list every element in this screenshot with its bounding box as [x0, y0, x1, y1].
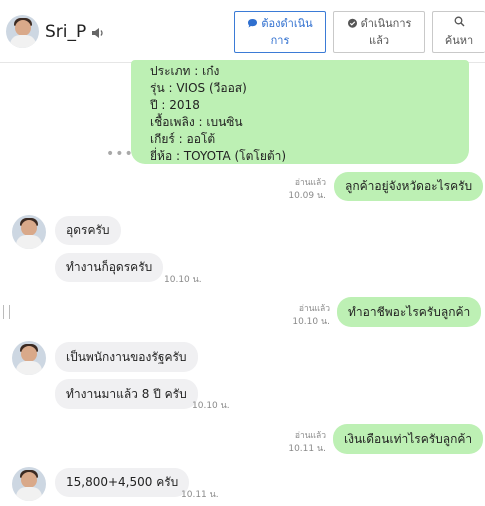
- card-line: รุ่น : VIOS (วีออส): [150, 81, 247, 95]
- message-bubble-incoming[interactable]: ทำงานก็อุดรครับ: [55, 253, 164, 282]
- message-time: 10.11 น.: [288, 444, 326, 454]
- message-bubble-incoming[interactable]: ทำงานมาแล้ว 8 ปี ครับ: [55, 379, 198, 409]
- card-line: ปี : 2018: [150, 98, 200, 112]
- in-progress-button[interactable]: ต้องดำเนิน การ: [234, 11, 326, 53]
- chat-bubble-icon: [248, 19, 258, 28]
- done-label-2: แล้ว: [368, 34, 389, 47]
- message-meta: อ่านแล้ว 10.10 น.: [272, 303, 330, 329]
- resize-handle[interactable]: [3, 305, 10, 319]
- vehicle-info-card: ประเภท : เก๋ง รุ่น : VIOS (วีออส) ปี : 2…: [131, 60, 469, 164]
- message-bubble-incoming[interactable]: อุดรครับ: [55, 216, 121, 245]
- card-line: ยี่ห้อ : TOYOTA (โตโยต้า): [150, 149, 287, 163]
- message-bubble-incoming[interactable]: เป็นพนักงานของรัฐครับ: [55, 342, 198, 372]
- card-line: เกียร์ : ออโต้: [150, 132, 216, 146]
- user-avatar[interactable]: [6, 15, 39, 48]
- in-progress-label-2: การ: [270, 34, 290, 47]
- in-progress-label-1: ต้องดำเนิน: [261, 17, 313, 30]
- message-time: 10.10 น.: [164, 275, 202, 285]
- search-label: ค้นหา: [444, 34, 474, 47]
- message-bubble-outgoing[interactable]: เงินเดือนเท่าไรครับลูกค้า: [333, 424, 484, 454]
- customer-avatar[interactable]: [12, 215, 46, 249]
- customer-avatar[interactable]: [12, 341, 46, 375]
- message-bubble-outgoing[interactable]: ลูกค้าอยู่จังหวัดอะไรครับ: [334, 172, 484, 201]
- customer-avatar[interactable]: [12, 467, 46, 501]
- read-status: อ่านแล้ว: [298, 304, 330, 314]
- check-bubble-icon: [347, 18, 357, 28]
- read-status: อ่านแล้ว: [294, 178, 326, 188]
- read-status: อ่านแล้ว: [294, 431, 326, 441]
- message-time: 10.10 น.: [192, 401, 230, 411]
- search-icon: [454, 16, 464, 27]
- speaker-icon[interactable]: [91, 27, 105, 39]
- card-line: ประเภท : เก๋ง: [150, 64, 220, 78]
- message-meta: อ่านแล้ว 10.09 น.: [268, 177, 326, 203]
- user-name[interactable]: Sri_P: [45, 22, 86, 42]
- message-time: 10.10 น.: [292, 317, 330, 327]
- done-label-1: ดำเนินการ: [360, 17, 412, 30]
- more-options-icon[interactable]: •••: [106, 146, 134, 162]
- message-meta: อ่านแล้ว 10.11 น.: [266, 430, 326, 456]
- search-button[interactable]: ค้นหา: [432, 11, 485, 53]
- message-bubble-outgoing[interactable]: ทำอาชีพอะไรครับลูกค้า: [337, 297, 482, 327]
- card-line: เชื้อเพลิง : เบนซิน: [150, 115, 243, 129]
- message-time: 10.09 น.: [288, 191, 326, 201]
- done-button[interactable]: ดำเนินการ แล้ว: [333, 11, 425, 53]
- message-bubble-incoming[interactable]: 15,800+4,500 ครับ: [55, 468, 190, 497]
- message-time: 10.11 น.: [181, 490, 219, 500]
- chat-header: Sri_P ต้องดำเนิน การ ดำเนินการ แล้ว ค้นห…: [0, 0, 485, 63]
